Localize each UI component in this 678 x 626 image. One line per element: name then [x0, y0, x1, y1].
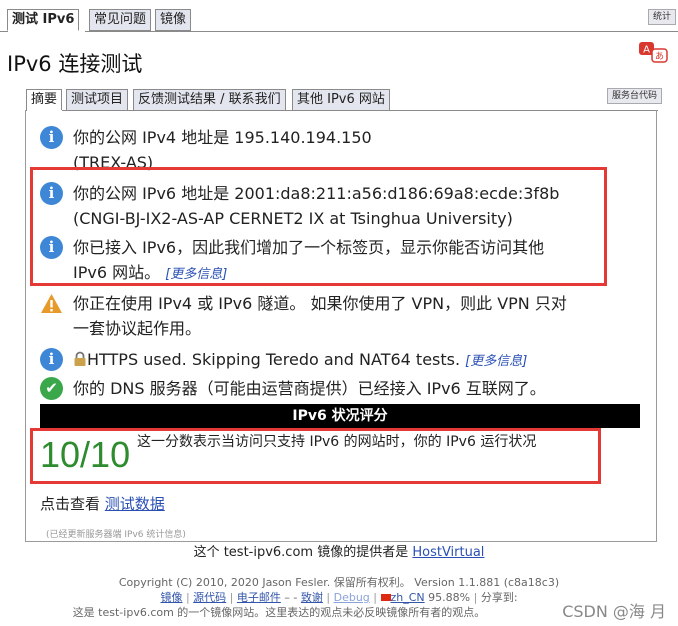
info-icon: i	[40, 348, 63, 371]
mirror-provider-link[interactable]: HostVirtual	[412, 545, 484, 560]
result-dns: ✔ 你的 DNS 服务器（可能由运营商提供）已经接入 IPv6 互联网了。	[40, 376, 640, 401]
tab-label: 镜像	[160, 12, 187, 27]
tab-label: 常见问题	[94, 12, 147, 27]
tab-faq[interactable]: 常见问题	[89, 9, 152, 31]
tab-label: 测试 IPv6	[12, 12, 75, 27]
footer-link-debug[interactable]: Debug	[334, 591, 370, 604]
warning-icon	[40, 292, 63, 315]
more-info-link[interactable]: [更多信息]	[465, 354, 527, 369]
svg-text:A: A	[643, 45, 650, 56]
result-https: i HTTPS used. Skipping Teredo and NAT64 …	[40, 347, 640, 372]
tab-label: 测试项目	[71, 92, 124, 107]
footer-link-dash: -	[293, 591, 298, 604]
test-data-link[interactable]: 测试数据	[105, 495, 165, 513]
tab-baseline-mask	[8, 31, 85, 32]
tab-baseline	[0, 31, 678, 32]
tab-label: 摘要	[31, 92, 58, 107]
lock-icon	[73, 349, 87, 374]
stats-button[interactable]: 统计	[648, 9, 677, 25]
tunnel-text-2: 一套协议起作用。	[73, 319, 202, 338]
stats-updated-note: (已经更新服务器端 IPv6 统计信息)	[46, 530, 186, 540]
footer-link-source[interactable]: 源代码	[193, 591, 226, 604]
footer-link-email[interactable]: 电子邮件	[237, 591, 281, 604]
disclaimer: 这是 test-ipv6.com 的一个镜像网站。这里表达的观点未必反映镜像所有…	[72, 606, 486, 619]
tunnel-text: 你正在使用 IPv4 或 IPv6 隧道。 如果你使用了 VPN，则此 VPN …	[73, 294, 567, 313]
svg-text:あ: あ	[655, 51, 664, 62]
share-label: 分享到:	[480, 591, 518, 604]
tab-mirrors[interactable]: 镜像	[155, 9, 192, 31]
check-icon: ✔	[40, 377, 63, 400]
tab-other-sites[interactable]: 其他 IPv6 网站	[292, 89, 390, 111]
copyright: Copyright (C) 2010, 2020 Jason Fesler. 保…	[118, 576, 560, 589]
info-icon: i	[40, 126, 63, 149]
locale-percent: 95.88%	[428, 591, 471, 604]
tab-feedback[interactable]: 反馈测试结果 / 联系我们	[133, 89, 286, 111]
watermark: CSDN @海 月	[562, 602, 666, 621]
ipv4-address: 你的公网 IPv4 地址是 195.140.194.150	[73, 128, 372, 147]
footer-link-credits[interactable]: 致谢	[301, 591, 323, 604]
dns-text: 你的 DNS 服务器（可能由运营商提供）已经接入 IPv6 互联网了。	[73, 379, 546, 398]
highlight-box	[30, 428, 601, 484]
test-data-row: 点击查看 测试数据	[40, 493, 165, 514]
flag-icon	[380, 594, 391, 601]
result-tunnel: 你正在使用 IPv4 或 IPv6 隧道。 如果你使用了 VPN，则此 VPN …	[40, 291, 640, 341]
tab-label: 反馈测试结果 / 联系我们	[138, 92, 281, 107]
translate-icon[interactable]: A あ	[638, 41, 670, 65]
tab-label: 其他 IPv6 网站	[297, 92, 385, 107]
tab-summary[interactable]: 摘要	[26, 89, 63, 111]
service-code-button[interactable]: 服务台代码	[607, 88, 663, 104]
footer-link-mirrors[interactable]: 镜像	[160, 591, 182, 604]
locale-link[interactable]: zh_CN	[391, 591, 425, 604]
https-text: HTTPS used. Skipping Teredo and NAT64 te…	[87, 350, 461, 369]
page-title: IPv6 连接测试	[7, 52, 143, 76]
tab-test-ipv6[interactable]: 测试 IPv6	[7, 9, 80, 31]
tab-test-items[interactable]: 测试项目	[66, 89, 129, 111]
test-data-prefix: 点击查看	[40, 495, 105, 513]
highlight-box	[30, 167, 607, 286]
score-heading: IPv6 状况评分	[40, 404, 640, 428]
mirror-prefix: 这个 test-ipv6.com 镜像的提供者是	[193, 545, 413, 560]
mirror-provider: 这个 test-ipv6.com 镜像的提供者是 HostVirtual	[0, 541, 678, 560]
